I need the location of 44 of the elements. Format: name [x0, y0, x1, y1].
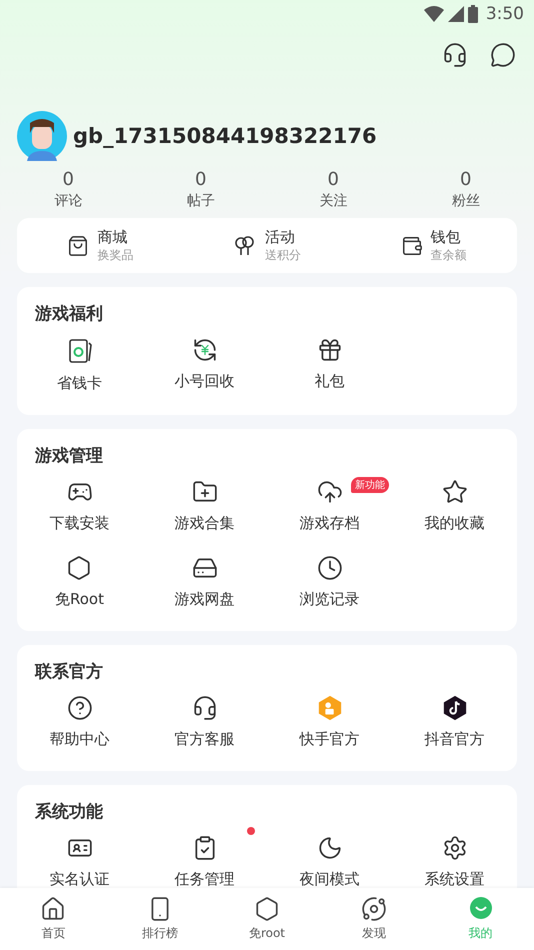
stat-label: 粉丝	[452, 192, 480, 210]
menu-item[interactable]: 游戏网盘	[174, 553, 234, 611]
stat-value: 0	[62, 169, 74, 190]
quick-link-title: 钱包	[430, 228, 461, 246]
menu-item[interactable]: 省钱卡	[57, 335, 102, 395]
menu-item[interactable]: 抖音官方	[424, 693, 484, 751]
stat-value: 0	[328, 169, 339, 190]
quick-link[interactable]: 商城 换奖品	[17, 228, 184, 264]
nav-tab[interactable]: 首页	[0, 888, 107, 950]
menu-item[interactable]: 礼包	[314, 335, 344, 395]
menu-item[interactable]: 实名认证	[50, 833, 110, 888]
quick-link-subtitle: 换奖品	[97, 246, 134, 264]
section-title: 系统功能	[34, 801, 104, 824]
menu-item[interactable]: 我的收藏	[424, 477, 484, 535]
menu-item[interactable]: 小号回收	[174, 335, 234, 395]
quick-link-subtitle: 送积分	[264, 246, 301, 264]
menu-item[interactable]: 快手官方	[300, 693, 360, 751]
stat-value: 0	[460, 169, 472, 190]
menu-item[interactable]: 游戏合集	[174, 477, 234, 535]
status-time: 3:50	[486, 4, 524, 24]
stat-label: 帖子	[186, 192, 215, 210]
menu-item[interactable]: 官方客服	[174, 693, 234, 751]
quick-link-subtitle: 查余额	[430, 246, 467, 264]
menu-item[interactable]: 下载安装	[50, 477, 110, 535]
menu-item[interactable]: 帮助中心	[50, 693, 110, 751]
section-title: 游戏管理	[34, 445, 104, 468]
nav-tab[interactable]: 免root	[214, 888, 320, 950]
section-title: 游戏福利	[34, 303, 104, 326]
quick-link-title: 活动	[264, 228, 295, 246]
stat-label: 关注	[319, 192, 348, 210]
menu-item[interactable]: 系统设置	[424, 833, 484, 888]
username: gb_173150844198322176	[73, 124, 377, 148]
quick-link[interactable]: 钱包 查余额	[350, 228, 517, 264]
menu-item[interactable]: 浏览记录	[300, 553, 360, 611]
section-title: 联系官方	[34, 661, 104, 684]
nav-tab[interactable]: 发现	[320, 888, 428, 950]
menu-item[interactable]: 免Root	[55, 553, 104, 611]
new-badge: 新功能	[350, 477, 389, 493]
menu-item[interactable]: 夜间模式	[300, 833, 360, 888]
stat-value: 0	[195, 169, 206, 190]
nav-tab[interactable]: 排行榜	[106, 888, 214, 950]
stat-label: 评论	[54, 192, 82, 210]
quick-link[interactable]: 活动 送积分	[184, 228, 350, 264]
quick-link-title: 商城	[97, 228, 128, 246]
